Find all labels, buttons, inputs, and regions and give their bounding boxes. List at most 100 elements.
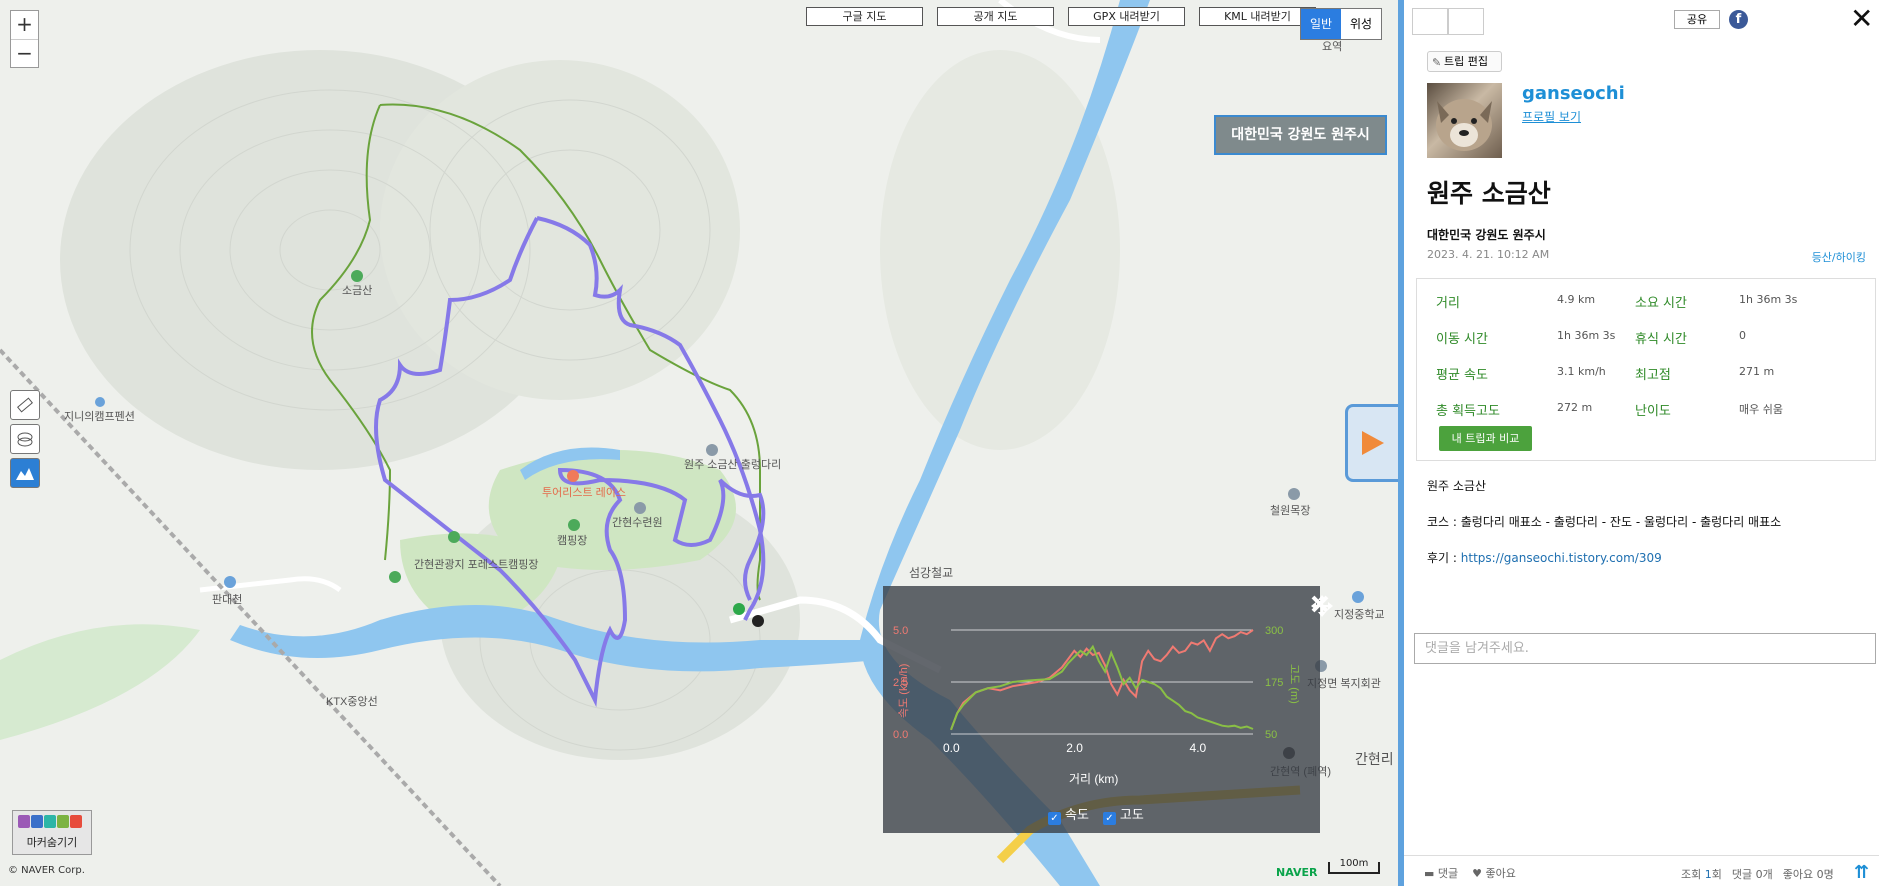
stats-row: 거리 4.9 km 소요 시간 1h 36m 3s [1417, 284, 1875, 314]
like-count: 좋아요 0명 [1782, 868, 1834, 881]
checkbox-speed-icon[interactable]: ✓ [1048, 812, 1061, 825]
x-axis-label: 거리 (km) [1069, 772, 1118, 786]
google-map-button[interactable]: 구글 지도 [806, 7, 923, 26]
ruler-tool[interactable] [10, 390, 40, 420]
marker-toggle[interactable]: 마커숨기기 [12, 810, 92, 855]
legend-altitude[interactable]: ✓ 고도 [1102, 804, 1144, 825]
label-stop: 요역 [1322, 40, 1342, 53]
y-left-tick-label: 5.0 [893, 625, 908, 637]
review-link[interactable]: https://ganseochi.tistory.com/309 [1461, 551, 1662, 565]
stat-label: 최고점 [1635, 368, 1671, 383]
copyright: © NAVER Corp. [8, 865, 85, 876]
play-icon [1362, 431, 1384, 455]
x-tick-label: 2.0 [1066, 741, 1083, 755]
panel-tab-1[interactable] [1412, 8, 1448, 35]
stat-label: 이동 시간 [1436, 332, 1488, 347]
label-cheolwon: 철원목장 [1270, 504, 1310, 517]
area-tool[interactable] [10, 424, 40, 454]
description-course: 코스 : 출렁다리 매표소 - 출렁다리 - 잔도 - 울렁다리 - 출렁다리 … [1427, 515, 1782, 529]
gpx-download-button[interactable]: GPX 내려받기 [1068, 7, 1185, 26]
stats-row: 평균 속도 3.1 km/h 최고점 271 m [1417, 356, 1875, 386]
wolf-avatar-icon [1436, 99, 1492, 151]
label-ganhyeon-suyeonwon: 간현수련원 [612, 516, 663, 529]
marker-warn-icon [70, 815, 82, 828]
comment-count: 댓글 0개 [1731, 868, 1773, 881]
heart-icon: ♥ [1472, 867, 1483, 880]
map-type-satellite[interactable]: 위성 [1341, 9, 1381, 39]
trip-date: 2023. 4. 21. 10:12 AM [1427, 248, 1550, 261]
comment-button[interactable]: ▬ 댓글 [1424, 865, 1458, 881]
legend-speed[interactable]: ✓ 속도 [1048, 804, 1089, 825]
map-type-toggle: 일반 위성 [1300, 8, 1382, 40]
trip-edit-button[interactable]: ✎ 트립 편집 [1427, 51, 1502, 72]
playback-button[interactable] [1345, 404, 1398, 482]
trip-panel: 공유 f ✕ ✎ 트립 편집 ganseochi 프로필 보기 원주 소금산 대… [1398, 0, 1879, 886]
trip-title: 원주 소금산 [1427, 179, 1551, 208]
label-ganhyeonri: 간현리 [1355, 751, 1394, 767]
trip-edit-label: 트립 편집 [1444, 55, 1488, 68]
profile-link[interactable]: 프로필 보기 [1522, 108, 1581, 125]
label-station: 섬강철교 [909, 566, 953, 580]
footer-counts: 조회 1회 댓글 0개 좋아요 0명 [1681, 866, 1834, 882]
share-button[interactable]: 공유 [1674, 10, 1720, 29]
marker-flag-icon [57, 815, 69, 828]
panel-footer: ▬ 댓글 ♥ 좋아요 조회 1회 댓글 0개 좋아요 0명 ⇈ [1404, 855, 1879, 886]
stat-value: 0 [1739, 329, 1746, 342]
trip-category[interactable]: 등산/하이킹 [1812, 249, 1866, 265]
y-right-tick-label: 50 [1265, 729, 1277, 741]
tape-icon [17, 432, 33, 447]
stat-label: 소요 시간 [1635, 296, 1687, 311]
trip-location: 대한민국 강원도 원주시 [1427, 228, 1546, 242]
label-camping: 캠핑장 [557, 534, 587, 547]
label-panae: 판대천 [212, 592, 242, 606]
zoom-in-button[interactable]: + [11, 11, 38, 39]
marker-pin-icon [44, 815, 56, 828]
elevation-speed-chart: 0.0 2.5 5.0 50 175 300 0.0 2.0 4.0 거리 (km) 속도 (km/… [883, 586, 1333, 833]
footer-actions: ▬ 댓글 ♥ 좋아요 [1424, 865, 1516, 881]
marker-icons [13, 811, 91, 828]
kml-download-button[interactable]: KML 내려받기 [1199, 7, 1316, 26]
panel-tab-2[interactable] [1448, 8, 1484, 35]
x-tick-label: 4.0 [1190, 741, 1207, 755]
label-pension: 지니의캠프펜션 [64, 410, 135, 423]
stats-row: 이동 시간 1h 36m 3s 휴식 시간 0 [1417, 320, 1875, 350]
elevation-tool[interactable] [10, 458, 40, 488]
y-left-axis-label: 속도 (km/h) [897, 664, 910, 718]
map-tools [10, 390, 40, 492]
y-left-tick-label: 0.0 [893, 729, 908, 741]
label-mountain: 소금산 [342, 284, 372, 297]
stats-row: 총 획득고도 272 m 난이도 매우 쉬움 [1417, 392, 1875, 422]
close-icon[interactable] [1310, 594, 1330, 614]
x-tick-label: 0.0 [943, 741, 960, 755]
compare-trip-button[interactable]: 내 트립과 비교 [1439, 426, 1532, 451]
facebook-icon[interactable]: f [1729, 10, 1748, 29]
marker-toggle-label: 마커숨기기 [26, 836, 78, 849]
speech-bubble-icon: ▬ [1424, 867, 1435, 880]
y-right-axis-label: 고도 (m) [1288, 664, 1300, 704]
avatar[interactable] [1427, 83, 1502, 158]
username[interactable]: ganseochi [1522, 83, 1625, 104]
naver-logo: NAVER [1276, 866, 1318, 879]
close-panel-button[interactable]: ✕ [1850, 2, 1873, 35]
stat-value: 4.9 km [1557, 293, 1596, 306]
map-view[interactable]: 소금산 지니의캠프펜션 간현관광지 포레스트캠핑장 캠핑장 투어리스트 레이스 … [0, 0, 1398, 886]
description-review: 후기 : https://ganseochi.tistory.com/309 [1427, 549, 1662, 566]
description-title: 원주 소금산 [1427, 479, 1487, 493]
stat-value: 1h 36m 3s [1739, 293, 1798, 306]
map-type-normal[interactable]: 일반 [1301, 9, 1341, 39]
location-banner: 대한민국 강원도 원주시 [1214, 115, 1387, 155]
mountain-chart-icon [16, 468, 34, 480]
stat-label: 난이도 [1635, 404, 1671, 419]
checkbox-altitude-icon[interactable]: ✓ [1102, 812, 1116, 825]
zoom-out-button[interactable]: − [11, 39, 38, 67]
like-button[interactable]: ♥ 좋아요 [1472, 865, 1516, 881]
stat-label: 총 획득고도 [1436, 404, 1500, 419]
ruler-icon [17, 397, 33, 413]
marker-note-icon [31, 815, 43, 828]
stat-value: 271 m [1739, 365, 1775, 378]
public-map-button[interactable]: 공개 지도 [937, 7, 1054, 26]
comment-input[interactable]: 댓글을 남겨주세요. [1414, 633, 1876, 664]
stat-value: 3.1 km/h [1557, 365, 1606, 378]
scroll-top-icon[interactable]: ⇈ [1854, 862, 1869, 883]
label-chulridari: 원주 소금산 출렁다리 [684, 458, 781, 471]
